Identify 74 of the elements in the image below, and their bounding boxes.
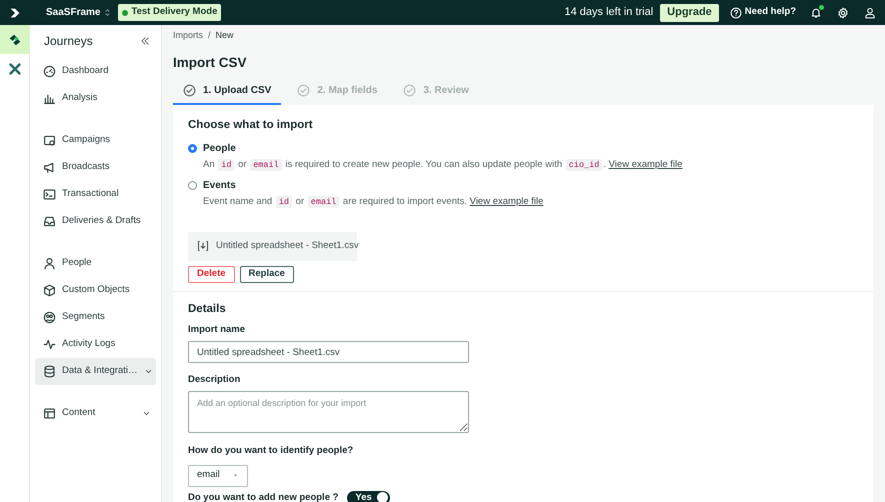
add-people-toggle[interactable]: Yes xyxy=(347,490,390,502)
rail-button[interactable] xyxy=(0,25,30,54)
download-icon xyxy=(197,240,209,252)
sidebar-item[interactable]: Activity Logs xyxy=(35,331,156,358)
sidebar-item[interactable]: Analysis xyxy=(35,85,156,112)
upgrade-button[interactable]: Upgrade xyxy=(660,4,719,22)
cross-icon xyxy=(8,62,22,76)
workspace-name[interactable]: SaaSFrame xyxy=(46,5,100,20)
trial-text: 14 days left in trial xyxy=(564,5,654,20)
mode-badge: Test Delivery Mode xyxy=(118,4,222,21)
settings-button[interactable] xyxy=(837,6,849,18)
sidebar-item[interactable]: Dashboard xyxy=(35,58,156,85)
gauge-icon xyxy=(43,65,56,78)
breadcrumb-item: New xyxy=(216,28,234,42)
identify-dropdown[interactable]: email xyxy=(188,464,248,486)
sidebar-item[interactable]: Transactional xyxy=(35,181,156,208)
logo-icon xyxy=(8,6,22,20)
sidebar-item[interactable]: Segments xyxy=(35,304,156,331)
help-button[interactable]: Need help? xyxy=(730,5,796,20)
field-label: Do you want to add new people ? xyxy=(188,490,338,502)
cube-icon xyxy=(43,284,56,297)
example-file-link[interactable]: View example file xyxy=(608,158,682,170)
field-label: Description xyxy=(188,373,242,387)
section-heading: Details xyxy=(188,302,227,316)
person-icon xyxy=(43,257,56,270)
check-circle-icon xyxy=(403,84,416,98)
sidebar-item[interactable]: Campaigns xyxy=(35,127,156,154)
megaphone-icon xyxy=(43,161,56,174)
import-name-field[interactable]: Untitled spreadsheet - Sheet1.csv xyxy=(188,341,469,363)
field-label: How do you want to identify people? xyxy=(188,444,354,458)
description-field[interactable]: Add an optional description for your import xyxy=(188,391,469,434)
field-label: Import name xyxy=(188,322,246,337)
sidebar-item[interactable]: Content xyxy=(35,400,156,427)
check-circle-icon xyxy=(297,84,310,98)
radio-label[interactable]: People xyxy=(203,140,236,156)
sidebar-title: Journeys xyxy=(44,33,93,50)
option-description: An id or email is required to create new people. You can also update people with cio_id . View example file xyxy=(203,158,684,172)
campaign-icon xyxy=(43,134,56,147)
collapse-button[interactable] xyxy=(140,36,150,46)
help-icon xyxy=(730,6,742,18)
database-icon xyxy=(43,365,56,378)
sidebar-item[interactable]: Data & Integrati… xyxy=(35,358,156,385)
radio-label[interactable]: Events xyxy=(203,178,236,192)
radio-button[interactable] xyxy=(188,180,197,190)
page-title: Import CSV xyxy=(173,54,248,72)
double-chevron-icon xyxy=(140,36,150,46)
sidebar-item[interactable]: Custom Objects xyxy=(35,277,156,304)
sidebar-item[interactable]: People xyxy=(35,250,156,277)
option-description: Event name and id or email are required to import events. View example file xyxy=(203,194,544,210)
section-heading: Choose what to import xyxy=(188,118,314,134)
journeys-icon xyxy=(8,32,22,46)
sidebar-item[interactable]: Deliveries & Drafts xyxy=(35,208,156,235)
bar-chart-icon xyxy=(43,92,56,105)
inbox-icon xyxy=(43,215,56,228)
delete-button[interactable]: Delete xyxy=(188,266,235,282)
breadcrumb-item[interactable]: Imports xyxy=(173,28,204,42)
selector-icon xyxy=(103,8,112,17)
sidebar-item[interactable]: Broadcasts xyxy=(35,154,156,181)
activity-icon xyxy=(43,338,56,351)
segments-icon xyxy=(43,311,56,324)
layout-icon xyxy=(43,407,56,420)
caret-down-icon xyxy=(232,472,239,479)
notifications-button[interactable] xyxy=(810,6,822,18)
uploaded-file: Untitled spreadsheet - Sheet1.csv xyxy=(188,232,357,260)
breadcrumb-separator: / xyxy=(208,28,211,42)
example-file-link[interactable]: View example file xyxy=(470,196,544,206)
user-icon xyxy=(864,6,876,18)
terminal-icon xyxy=(43,188,56,201)
settings-icon xyxy=(837,6,849,18)
check-circle-icon xyxy=(183,84,196,98)
bell-icon xyxy=(810,6,822,18)
profile-button[interactable] xyxy=(864,6,876,18)
replace-button[interactable]: Replace xyxy=(240,266,294,282)
radio-button[interactable] xyxy=(188,144,197,152)
